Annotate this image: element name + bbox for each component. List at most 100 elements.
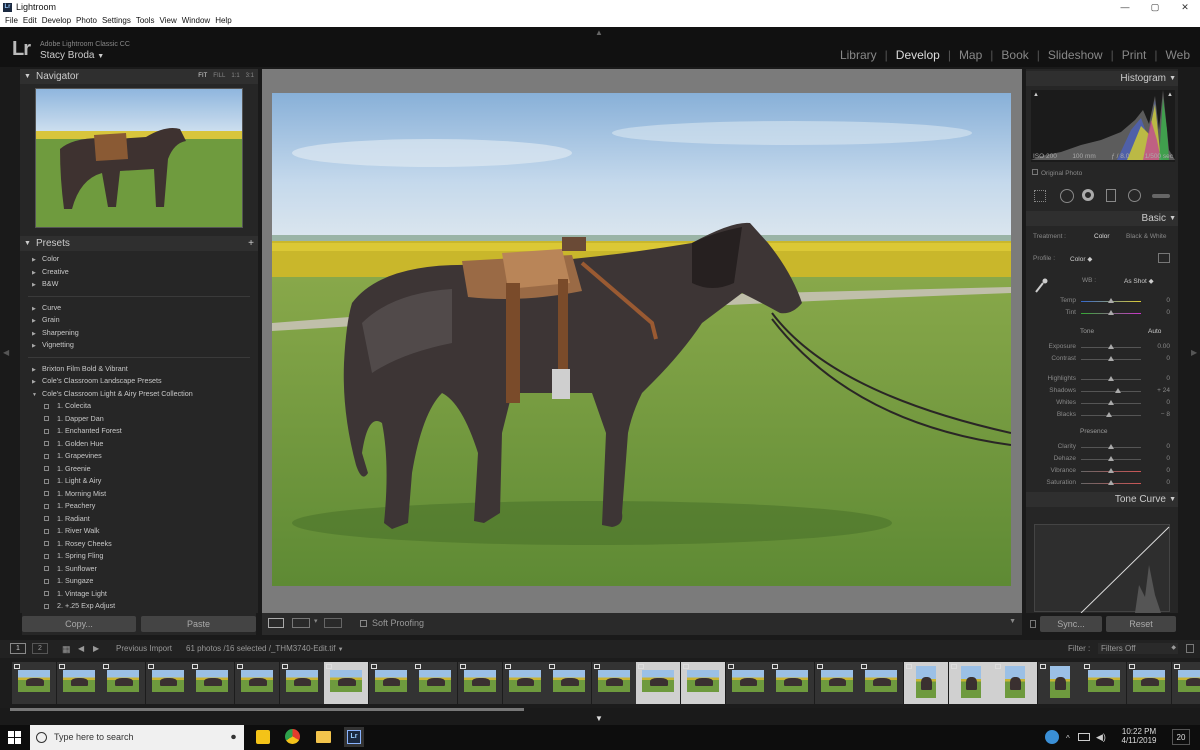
filter-dropdown[interactable]: Filters Off ◆ bbox=[1098, 643, 1178, 654]
original-photo-checkbox[interactable] bbox=[1032, 169, 1038, 175]
tray-expand-icon[interactable]: ^ bbox=[1066, 734, 1070, 743]
slider-track-shadows[interactable] bbox=[1081, 391, 1141, 392]
spot-removal-icon[interactable] bbox=[1060, 189, 1074, 203]
sync-button[interactable]: Sync... bbox=[1040, 616, 1102, 632]
system-tray-globe-icon[interactable] bbox=[1045, 730, 1059, 744]
slider-thumb-tint[interactable] bbox=[1108, 310, 1114, 315]
preset-item[interactable]: 1. Golden Hue bbox=[22, 438, 256, 451]
profile-browser-icon[interactable] bbox=[1158, 253, 1170, 263]
grid-view-icon[interactable]: ▦ bbox=[62, 644, 71, 655]
filmstrip-thumbnail[interactable] bbox=[146, 662, 190, 704]
bottom-panel-toggle-icon[interactable]: ▼ bbox=[595, 714, 603, 723]
slider-value-whites[interactable]: 0 bbox=[1150, 399, 1170, 406]
radial-filter-icon[interactable] bbox=[1128, 189, 1141, 202]
preset-item[interactable]: 1. Sungaze bbox=[22, 575, 256, 588]
filmstrip-count[interactable]: 61 photos /16 selected /_THM3740-Edit.ti… bbox=[186, 644, 344, 653]
filmstrip-thumbnail[interactable] bbox=[57, 662, 101, 704]
user-dropdown-icon[interactable]: ▼ bbox=[97, 53, 104, 60]
preset-item[interactable]: 1. Peachery bbox=[22, 500, 256, 513]
reset-button[interactable]: Reset bbox=[1106, 616, 1176, 632]
slider-thumb-shadows[interactable] bbox=[1115, 388, 1121, 393]
filmstrip-thumbnail[interactable] bbox=[413, 662, 457, 704]
filmstrip-thumbnail[interactable] bbox=[1038, 662, 1082, 704]
filmstrip-thumbnail[interactable] bbox=[592, 662, 636, 704]
page-2-button[interactable]: 2 bbox=[32, 643, 48, 654]
filmstrip-source[interactable]: Previous Import bbox=[116, 644, 172, 653]
menu-window[interactable]: Window bbox=[182, 14, 210, 27]
preset-group[interactable]: ▶Curve bbox=[22, 302, 256, 315]
clock[interactable]: 10:22 PM 4/11/2019 bbox=[1114, 727, 1164, 745]
preset-item[interactable]: 1. Morning Mist bbox=[22, 488, 256, 501]
soft-proofing-checkbox[interactable] bbox=[360, 620, 367, 627]
preset-item[interactable]: 1. Sunflower bbox=[22, 563, 256, 576]
tone-curve-header[interactable]: Tone Curve ▼ bbox=[1026, 492, 1178, 507]
copy-settings-button[interactable]: Copy... bbox=[22, 616, 136, 632]
slider-thumb-contrast[interactable] bbox=[1108, 356, 1114, 361]
preset-item[interactable]: 1. Radiant bbox=[22, 513, 256, 526]
filmstrip-thumbnail[interactable] bbox=[1172, 662, 1200, 704]
slider-thumb-vibrance[interactable] bbox=[1108, 468, 1114, 473]
presets-header[interactable]: ▼ Presets + bbox=[20, 236, 258, 251]
treatment-bw-option[interactable]: Black & White bbox=[1126, 233, 1166, 240]
module-web[interactable]: Web bbox=[1166, 48, 1190, 62]
lightroom-taskbar-button[interactable]: Lr bbox=[344, 727, 364, 747]
highlight-clipping-icon[interactable]: ▲ bbox=[1167, 92, 1173, 98]
preset-item[interactable]: 1. Rosey Cheeks bbox=[22, 538, 256, 551]
right-panel-toggle-icon[interactable]: ▶ bbox=[1191, 348, 1197, 357]
filmstrip-thumbnail[interactable] bbox=[815, 662, 859, 704]
filmstrip-thumbnail[interactable] bbox=[101, 662, 145, 704]
before-after-icon[interactable] bbox=[292, 618, 310, 628]
slider-thumb-exposure[interactable] bbox=[1108, 344, 1114, 349]
filmstrip-thumbnail[interactable] bbox=[369, 662, 413, 704]
preset-group[interactable]: ▶Color bbox=[22, 253, 256, 266]
zoom-fit[interactable]: FIT bbox=[198, 73, 207, 79]
taskbar-search-box[interactable]: Type here to search ⏺ bbox=[30, 725, 244, 750]
sticky-notes-icon[interactable] bbox=[256, 730, 270, 744]
module-develop[interactable]: Develop bbox=[896, 48, 940, 62]
menu-develop[interactable]: Develop bbox=[42, 14, 71, 27]
module-map[interactable]: Map bbox=[959, 48, 982, 62]
filmstrip-thumbnail[interactable] bbox=[280, 662, 324, 704]
filmstrip-scrollbar[interactable] bbox=[10, 708, 524, 711]
filmstrip-thumbnail[interactable] bbox=[993, 662, 1037, 704]
filmstrip-thumbnail[interactable] bbox=[547, 662, 591, 704]
preset-item[interactable]: 1. Vintage Light bbox=[22, 588, 256, 601]
top-panel-toggle-icon[interactable]: ▲ bbox=[595, 28, 603, 37]
filmstrip-thumbnail[interactable] bbox=[235, 662, 279, 704]
preset-item[interactable]: 1. Grapevines bbox=[22, 450, 256, 463]
module-print[interactable]: Print bbox=[1122, 48, 1147, 62]
filmstrip-thumbnail[interactable] bbox=[681, 662, 725, 704]
left-panel-toggle-icon[interactable]: ◀ bbox=[3, 348, 9, 357]
auto-tone-button[interactable]: Auto bbox=[1148, 328, 1161, 335]
forward-arrow-icon[interactable]: ▶ bbox=[93, 644, 99, 653]
loupe-view-icon[interactable] bbox=[268, 618, 284, 628]
filmstrip-thumbnail[interactable] bbox=[770, 662, 814, 704]
histogram-header[interactable]: Histogram ▼ bbox=[1026, 71, 1178, 86]
slider-thumb-highlights[interactable] bbox=[1108, 376, 1114, 381]
slider-value-tint[interactable]: 0 bbox=[1150, 309, 1170, 316]
toolbar-menu-icon[interactable]: ▼ bbox=[1009, 618, 1016, 625]
tone-curve-graph[interactable] bbox=[1034, 524, 1170, 612]
preset-item[interactable]: 1. Colecita bbox=[22, 400, 256, 413]
preset-group[interactable]: ▶Sharpening bbox=[22, 327, 256, 340]
slider-value-exposure[interactable]: 0.00 bbox=[1150, 343, 1170, 350]
preset-group[interactable]: ▶Vignetting bbox=[22, 339, 256, 352]
filmstrip-thumbnail[interactable] bbox=[12, 662, 56, 704]
histogram-graph[interactable]: ▲ ▲ bbox=[1031, 90, 1175, 162]
wb-eyedropper-icon[interactable] bbox=[1034, 278, 1048, 294]
slider-thumb-saturation[interactable] bbox=[1108, 480, 1114, 485]
zoom-fill[interactable]: FILL bbox=[213, 73, 225, 79]
close-button[interactable]: ✕ bbox=[1170, 0, 1200, 14]
slider-value-temp[interactable]: 0 bbox=[1150, 297, 1170, 304]
paste-settings-button[interactable]: Paste bbox=[141, 616, 256, 632]
slider-value-vibrance[interactable]: 0 bbox=[1150, 467, 1170, 474]
network-icon[interactable] bbox=[1078, 733, 1090, 741]
slider-value-clarity[interactable]: 0 bbox=[1150, 443, 1170, 450]
preset-group[interactable]: ▶Grain bbox=[22, 314, 256, 327]
filmstrip-thumbnail[interactable] bbox=[726, 662, 770, 704]
volume-icon[interactable]: ◀) bbox=[1096, 732, 1106, 743]
filmstrip-thumbnail[interactable] bbox=[636, 662, 680, 704]
page-1-button[interactable]: 1 bbox=[10, 643, 26, 654]
before-after-dropdown-icon[interactable]: ▾ bbox=[314, 617, 318, 625]
slider-value-blacks[interactable]: − 8 bbox=[1150, 411, 1170, 418]
